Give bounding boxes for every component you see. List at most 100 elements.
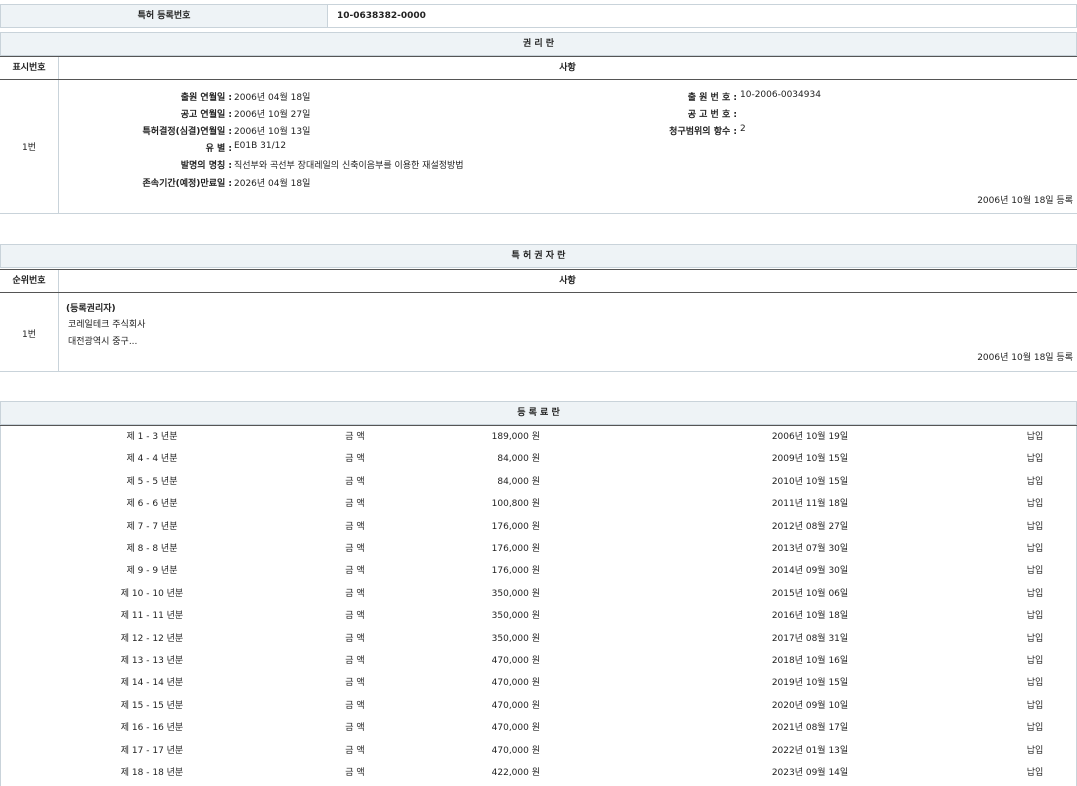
fee-status: 납입 xyxy=(1000,560,1070,582)
fee-status: 납입 xyxy=(1000,583,1070,605)
rights-row-num-cell: 1번 xyxy=(0,80,59,213)
fee-amount: 176,000 원 xyxy=(440,516,540,538)
fee-status: 납입 xyxy=(1000,516,1070,538)
fee-amount-label: 금 액 xyxy=(330,516,380,538)
fee-period: 제 15 - 15 년분 xyxy=(100,695,204,717)
fee-amount: 470,000 원 xyxy=(440,672,540,694)
fee-status: 납입 xyxy=(1000,493,1070,515)
fee-amount: 350,000 원 xyxy=(440,583,540,605)
fee-amount: 84,000 원 xyxy=(440,471,540,493)
owners-col-matter: 사항 xyxy=(58,270,1077,292)
fee-amount: 470,000 원 xyxy=(440,740,540,762)
fee-row: 제 5 - 5 년분 금 액 84,000 원 2010년 10월 15일 납입 xyxy=(0,471,1077,493)
fee-row: 제 11 - 11 년분금 액350,000 원2016년 10월 18일납입 xyxy=(0,605,1077,627)
fee-period: 제 5 - 5 년분 xyxy=(100,471,204,493)
fee-amount: 176,000 원 xyxy=(440,560,540,582)
pub-date-value: 2006년 10월 27일 xyxy=(234,107,310,120)
fee-period: 제 1 - 3 년분 xyxy=(100,426,204,448)
fee-period: 제 17 - 17 년분 xyxy=(100,740,204,762)
owner-role: (등록권리자) xyxy=(66,301,116,314)
fee-paid-date: 2017년 08월 31일 xyxy=(740,628,880,650)
fee-paid-date: 2020년 09월 10일 xyxy=(740,695,880,717)
fee-amount-label: 금 액 xyxy=(330,471,380,493)
fee-paid-date: 2022년 01월 13일 xyxy=(740,740,880,762)
fee-amount-label: 금 액 xyxy=(330,605,380,627)
fee-amount: 350,000 원 xyxy=(440,628,540,650)
fee-amount-label: 금 액 xyxy=(330,583,380,605)
fee-amount-label: 금 액 xyxy=(330,538,380,560)
fee-amount: 189,000 원 xyxy=(440,426,540,448)
fee-status: 납입 xyxy=(1000,605,1070,627)
owners-section-title: 특 허 권 자 란 xyxy=(0,244,1077,268)
fee-period: 제 18 - 18 년분 xyxy=(100,762,204,784)
registration-number-row: 특허 등록번호 10-0638382-0000 xyxy=(0,4,1077,28)
owner-name: 코레일테크 주식회사 xyxy=(68,317,145,330)
fee-row: 제 12 - 12 년분금 액350,000 원2017년 08월 31일납입 xyxy=(0,628,1077,650)
fee-status: 납입 xyxy=(1000,538,1070,560)
fee-paid-date: 2010년 10월 15일 xyxy=(740,471,880,493)
fee-paid-date: 2018년 10월 16일 xyxy=(740,650,880,672)
registration-number-value: 10-0638382-0000 xyxy=(337,5,426,27)
fee-paid-date: 2023년 09월 14일 xyxy=(740,762,880,784)
filing-date-label: 출원 연월일 : xyxy=(181,90,232,103)
owners-row: 1번 (등록권리자) 코레일테크 주식회사 대전광역시 중구... 2006년 … xyxy=(0,293,1077,372)
fee-paid-date: 2011년 11월 18일 xyxy=(740,493,880,515)
fee-status: 납입 xyxy=(1000,762,1070,784)
fee-amount-label: 금 액 xyxy=(330,717,380,739)
expiry-label: 존속기간(예정)만료일 : xyxy=(143,176,232,189)
invention-value: 직선부와 곡선부 장대레일의 신축이음부를 이용한 재설정방법 xyxy=(234,158,464,171)
rights-col-num: 표시번호 xyxy=(0,57,59,79)
fee-amount: 84,000 원 xyxy=(440,448,540,470)
rights-column-header: 표시번호 사항 xyxy=(0,56,1077,80)
rights-col-matter: 사항 xyxy=(58,57,1077,79)
fee-row: 제 9 - 9 년분금 액176,000 원2014년 09월 30일납입 xyxy=(0,560,1077,582)
fee-row: 제 13 - 13 년분금 액470,000 원2018년 10월 16일납입 xyxy=(0,650,1077,672)
fee-amount-label: 금 액 xyxy=(330,448,380,470)
app-no-value: 10-2006-0034934 xyxy=(740,90,821,100)
decision-date-value: 2006년 10월 13일 xyxy=(234,124,310,137)
class-value: E01B 31/12 xyxy=(234,141,286,151)
fee-period: 제 4 - 4 년분 xyxy=(100,448,204,470)
fee-row: 제 8 - 8 년분금 액176,000 원2013년 07월 30일납입 xyxy=(0,538,1077,560)
fee-amount-label: 금 액 xyxy=(330,426,380,448)
fee-paid-date: 2014년 09월 30일 xyxy=(740,560,880,582)
rights-row: 1번 출원 연월일 : 2006년 04월 18일 공고 연월일 : 2006년… xyxy=(0,80,1077,214)
fee-period: 제 8 - 8 년분 xyxy=(100,538,204,560)
fee-status: 납입 xyxy=(1000,628,1070,650)
fee-row: 제 10 - 10 년분 금 액 350,000 원 2015년 10월 06일 납입 xyxy=(0,583,1077,605)
fee-status: 납입 xyxy=(1000,471,1070,493)
fee-amount-label: 금 액 xyxy=(330,762,380,784)
fee-period: 제 9 - 9 년분 xyxy=(100,560,204,582)
fee-period: 제 11 - 11 년분 xyxy=(100,605,204,627)
decision-date-label: 특허결정(심결)연월일 : xyxy=(143,124,232,137)
fee-status: 납입 xyxy=(1000,695,1070,717)
fees-section-title: 등 록 료 란 xyxy=(0,401,1077,425)
owners-row-num: 1번 xyxy=(0,327,58,340)
invention-label: 발명의 명칭 : xyxy=(181,158,232,171)
fee-paid-date: 2021년 08월 17일 xyxy=(740,717,880,739)
fee-status: 납입 xyxy=(1000,740,1070,762)
fee-amount: 470,000 원 xyxy=(440,717,540,739)
fee-paid-date: 2016년 10월 18일 xyxy=(740,605,880,627)
fee-row: 제 15 - 15 년분금 액470,000 원2020년 09월 10일납입 xyxy=(0,695,1077,717)
fee-paid-date: 2013년 07월 30일 xyxy=(740,538,880,560)
fee-amount: 470,000 원 xyxy=(440,650,540,672)
fee-status: 납입 xyxy=(1000,448,1070,470)
fee-period: 제 10 - 10 년분 xyxy=(100,583,204,605)
fee-amount-label: 금 액 xyxy=(330,650,380,672)
owners-registration-stamp: 2006년 10월 18일 등록 xyxy=(977,350,1073,363)
owners-col-num: 순위번호 xyxy=(0,270,59,292)
class-label: 유 별 : xyxy=(206,141,232,154)
rights-row-num: 1번 xyxy=(0,140,58,153)
fee-status: 납입 xyxy=(1000,650,1070,672)
fee-row: 제 17 - 17 년분 금 액 470,000 원 2022년 01월 13일 납입 xyxy=(0,740,1077,762)
fee-period: 제 16 - 16 년분 xyxy=(100,717,204,739)
fee-amount-label: 금 액 xyxy=(330,740,380,762)
fee-paid-date: 2019년 10월 15일 xyxy=(740,672,880,694)
pub-no-label: 공 고 번 호 : xyxy=(688,107,737,120)
owners-row-num-cell: 1번 xyxy=(0,293,59,371)
fee-paid-date: 2015년 10월 06일 xyxy=(740,583,880,605)
fee-row: 제 14 - 14 년분금 액470,000 원2019년 10월 15일납입 xyxy=(0,672,1077,694)
fee-amount-label: 금 액 xyxy=(330,695,380,717)
fee-status: 납입 xyxy=(1000,426,1070,448)
